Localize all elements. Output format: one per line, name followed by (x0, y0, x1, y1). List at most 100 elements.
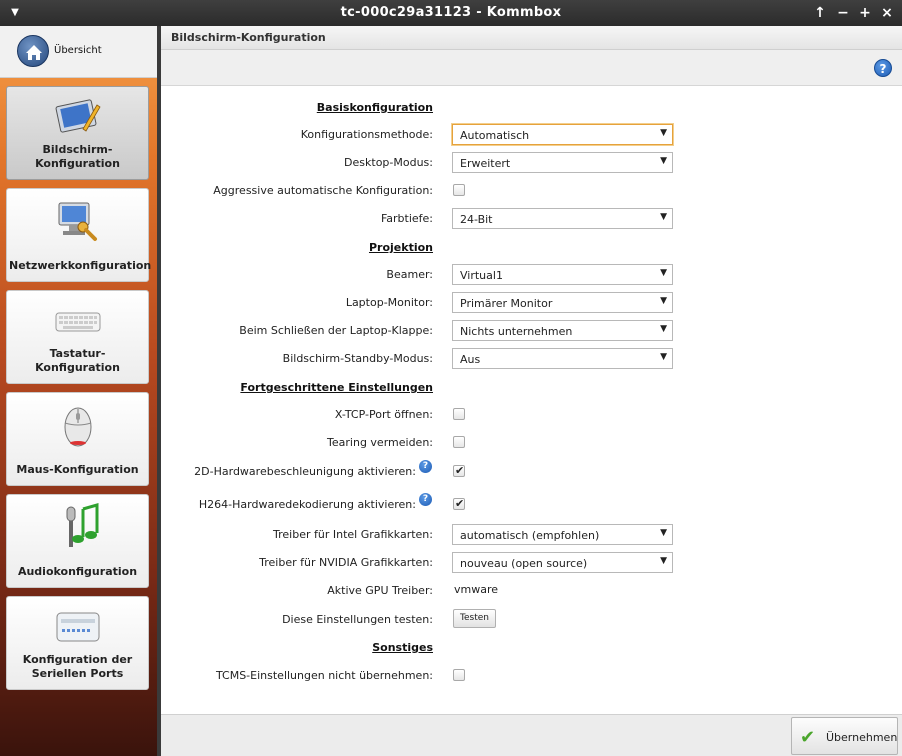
dropdown-arrow-icon: ▼ (660, 296, 667, 306)
intel-label: Treiber für Intel Grafikkarten: (273, 528, 433, 541)
h264-help-icon[interactable]: ? (419, 493, 432, 506)
window-title: tc-000c29a31123 - Kommbox (340, 5, 562, 20)
pin-icon[interactable]: ↑ (812, 4, 828, 22)
nvidia-select[interactable]: nouveau (open source) ▼ (452, 552, 673, 573)
sidebar-item-audio[interactable]: Audiokonfiguration (6, 494, 149, 588)
h264-label: H264-Hardwaredekodierung aktivieren: (198, 498, 416, 511)
row-desktop-modus: Desktop-Modus: Erweitert ▼ (161, 152, 902, 174)
tcms-checkbox[interactable] (453, 669, 465, 681)
help-icon[interactable]: ? (874, 59, 892, 77)
select-value: automatisch (empfohlen) (460, 529, 600, 542)
dropdown-arrow-icon: ▼ (660, 128, 667, 138)
standby-label: Bildschirm-Standby-Modus: (282, 352, 433, 365)
settings-form: Basiskonfiguration Konfigurationsmethode… (161, 86, 902, 714)
row-hw2d: 2D-Hardwarebeschleunigung aktivieren: ? (161, 460, 902, 483)
standby-select[interactable]: Aus ▼ (452, 348, 673, 369)
dropdown-arrow-icon: ▼ (660, 352, 667, 362)
intel-select[interactable]: automatisch (empfohlen) ▼ (452, 524, 673, 545)
overview-button[interactable]: Übersicht (0, 26, 157, 78)
select-value: 24-Bit (460, 213, 493, 226)
tearing-checkbox[interactable] (453, 436, 465, 448)
farbtiefe-label: Farbtiefe: (380, 212, 433, 225)
xtcp-label: X-TCP-Port öffnen: (334, 408, 433, 421)
select-value: nouveau (open source) (460, 557, 588, 570)
tcms-label: TCMS-Einstellungen nicht übernehmen: (215, 669, 433, 682)
checkmark-icon: ✔ (800, 727, 816, 748)
panel-header: Bildschirm-Konfiguration (161, 26, 902, 50)
row-gpu: Aktive GPU Treiber: vmware (161, 580, 902, 602)
select-value: Aus (460, 353, 481, 366)
laptop-monitor-label: Laptop-Monitor: (345, 296, 433, 309)
apply-button[interactable]: ✔ Übernehmen (791, 717, 898, 755)
dropdown-arrow-icon: ▼ (660, 324, 667, 334)
hw2d-help-icon[interactable]: ? (419, 460, 432, 473)
section-basiskonfiguration: Basiskonfiguration (316, 101, 433, 114)
minimize-button[interactable]: − (835, 4, 851, 22)
xtcp-checkbox[interactable] (453, 408, 465, 420)
sidebar-item-label: Konfiguration der Seriellen Ports (22, 653, 133, 680)
laptop-klappe-label: Beim Schließen der Laptop-Klappe: (239, 324, 433, 337)
sidebar: Übersicht Bildschirm- Konfiguration Netz… (0, 26, 157, 756)
sidebar-item-bildschirm[interactable]: Bildschirm- Konfiguration (6, 86, 149, 180)
hw2d-checkbox[interactable] (453, 464, 465, 477)
apply-label: Übernehmen (826, 731, 898, 744)
sidebar-item-maus[interactable]: Maus-Konfiguration (6, 392, 149, 486)
konfigurationsmethode-label: Konfigurationsmethode: (300, 128, 433, 141)
laptop-klappe-select[interactable]: Nichts unternehmen ▼ (452, 320, 673, 341)
row-tcms: TCMS-Einstellungen nicht übernehmen: (161, 665, 902, 687)
h264-checkbox[interactable] (453, 497, 465, 510)
network-icon (53, 197, 103, 245)
row-xtcp: X-TCP-Port öffnen: (161, 404, 902, 426)
overview-label: Übersicht (54, 45, 102, 56)
nvidia-label: Treiber für NVIDIA Grafikkarten: (259, 556, 433, 569)
row-h264: H264-Hardwaredekodierung aktivieren: ? (161, 493, 902, 516)
section-sonstiges: Sonstiges (372, 641, 433, 654)
farbtiefe-select[interactable]: 24-Bit ▼ (452, 208, 673, 229)
laptop-monitor-select[interactable]: Primärer Monitor ▼ (452, 292, 673, 313)
row-nvidia: Treiber für NVIDIA Grafikkarten: nouveau… (161, 552, 902, 574)
aggressive-label: Aggressive automatische Konfiguration: (213, 184, 433, 197)
row-test: Diese Einstellungen testen: Testen (161, 609, 902, 631)
desktop-modus-select[interactable]: Erweitert ▼ (452, 152, 673, 173)
gpu-label: Aktive GPU Treiber: (327, 584, 433, 597)
sidebar-item-netzwerk[interactable]: Netzwerkkonfiguration (6, 188, 151, 282)
sidebar-item-label: Tastatur- Konfiguration (35, 347, 120, 374)
title-bar: ▼ tc-000c29a31123 - Kommbox ↑ − + × (0, 0, 902, 26)
hw2d-label: 2D-Hardwarebeschleunigung aktivieren: (194, 465, 416, 478)
close-button[interactable]: × (879, 4, 895, 22)
maximize-button[interactable]: + (857, 4, 873, 22)
dropdown-arrow-icon: ▼ (660, 212, 667, 222)
dropdown-arrow-icon: ▼ (660, 528, 667, 538)
select-value: Erweitert (460, 157, 511, 170)
row-farbtiefe: Farbtiefe: 24-Bit ▼ (161, 208, 902, 230)
sidebar-item-tastatur[interactable]: Tastatur- Konfiguration (6, 290, 149, 384)
row-aggressive: Aggressive automatische Konfiguration: (161, 180, 902, 202)
select-value: Virtual1 (460, 269, 503, 282)
row-laptop-klappe: Beim Schließen der Laptop-Klappe: Nichts… (161, 320, 902, 342)
beamer-select[interactable]: Virtual1 ▼ (452, 264, 673, 285)
dropdown-arrow-icon: ▼ (660, 156, 667, 166)
konfigurationsmethode-select[interactable]: Automatisch ▼ (452, 124, 673, 145)
display-icon (53, 95, 103, 143)
row-laptop-monitor: Laptop-Monitor: Primärer Monitor ▼ (161, 292, 902, 314)
desktop-modus-label: Desktop-Modus: (344, 156, 433, 169)
sidebar-item-label: Audiokonfiguration (17, 565, 138, 578)
sidebar-item-label: Bildschirm- Konfiguration (35, 143, 120, 170)
row-intel: Treiber für Intel Grafikkarten: automati… (161, 524, 902, 546)
serial-port-icon (53, 605, 103, 653)
section-projektion: Projektion (368, 241, 433, 254)
test-button[interactable]: Testen (453, 609, 496, 628)
sidebar-item-serielle-ports[interactable]: Konfiguration der Seriellen Ports (6, 596, 149, 690)
row-standby: Bildschirm-Standby-Modus: Aus ▼ (161, 348, 902, 370)
select-value: Primärer Monitor (460, 297, 553, 310)
mouse-icon (53, 401, 103, 449)
keyboard-icon (53, 299, 103, 347)
row-tearing: Tearing vermeiden: (161, 432, 902, 454)
dropdown-arrow-icon: ▼ (660, 556, 667, 566)
toolbar: ? (161, 50, 902, 86)
beamer-label: Beamer: (386, 268, 433, 281)
select-value: Nichts unternehmen (460, 325, 573, 338)
aggressive-checkbox[interactable] (453, 184, 465, 196)
select-value: Automatisch (460, 129, 530, 142)
page-title: Bildschirm-Konfiguration (171, 31, 326, 44)
